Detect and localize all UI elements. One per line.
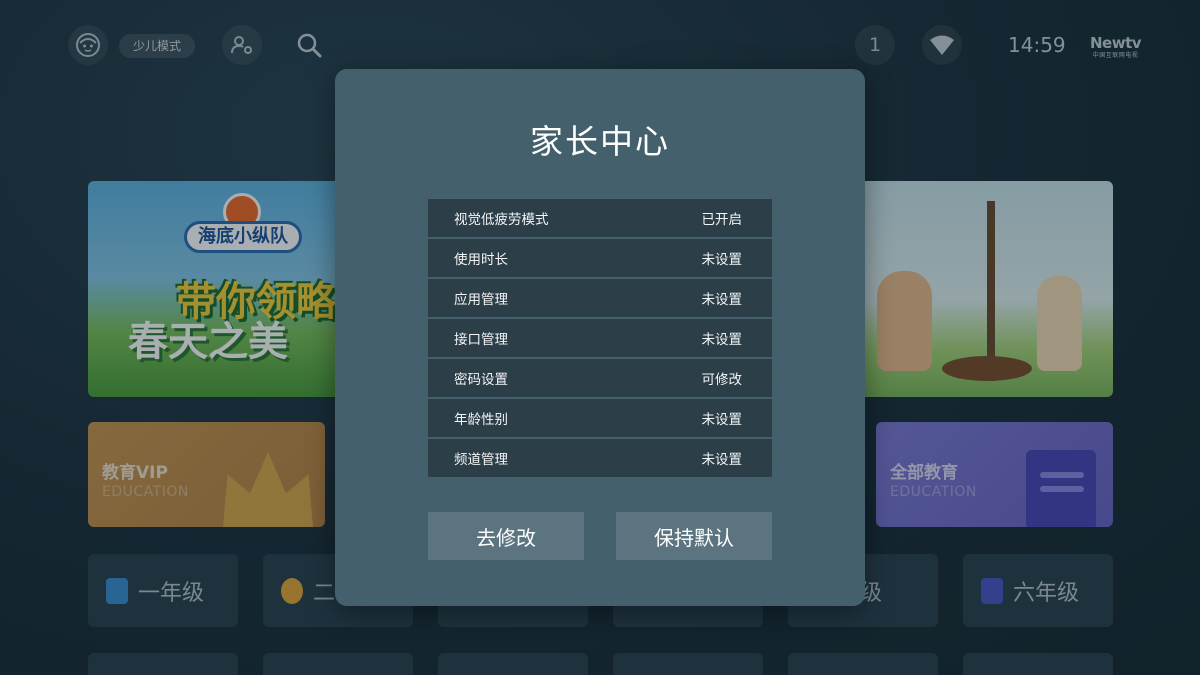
setting-row-password[interactable]: 密码设置 可修改 [428, 359, 772, 397]
setting-label: 年龄性别 [454, 412, 508, 428]
setting-label: 视觉低疲劳模式 [454, 212, 549, 228]
settings-list: 视觉低疲劳模式 已开启 使用时长 未设置 应用管理 未设置 接口管理 未设置 密… [428, 199, 772, 479]
parent-center-dialog: 家长中心 视觉低疲劳模式 已开启 使用时长 未设置 应用管理 未设置 接口管理 … [335, 69, 865, 606]
setting-value: 未设置 [701, 412, 743, 428]
edit-button[interactable]: 去修改 [428, 512, 584, 560]
setting-label: 密码设置 [454, 372, 508, 388]
dialog-title: 家长中心 [530, 122, 670, 161]
setting-row-channel-management[interactable]: 频道管理 未设置 [428, 439, 772, 477]
setting-value: 未设置 [701, 252, 743, 268]
setting-value: 可修改 [701, 372, 743, 388]
setting-value: 未设置 [701, 292, 743, 308]
setting-row-app-management[interactable]: 应用管理 未设置 [428, 279, 772, 317]
setting-row-eye-care[interactable]: 视觉低疲劳模式 已开启 [428, 199, 772, 237]
setting-label: 使用时长 [454, 252, 508, 268]
setting-value: 已开启 [701, 212, 743, 228]
setting-row-interface-management[interactable]: 接口管理 未设置 [428, 319, 772, 357]
keep-default-button[interactable]: 保持默认 [616, 512, 772, 560]
setting-row-usage-time[interactable]: 使用时长 未设置 [428, 239, 772, 277]
setting-label: 频道管理 [454, 452, 508, 468]
setting-label: 接口管理 [454, 332, 508, 348]
setting-value: 未设置 [701, 452, 743, 468]
setting-label: 应用管理 [454, 292, 508, 308]
setting-value: 未设置 [701, 332, 743, 348]
setting-row-age-gender[interactable]: 年龄性别 未设置 [428, 399, 772, 437]
